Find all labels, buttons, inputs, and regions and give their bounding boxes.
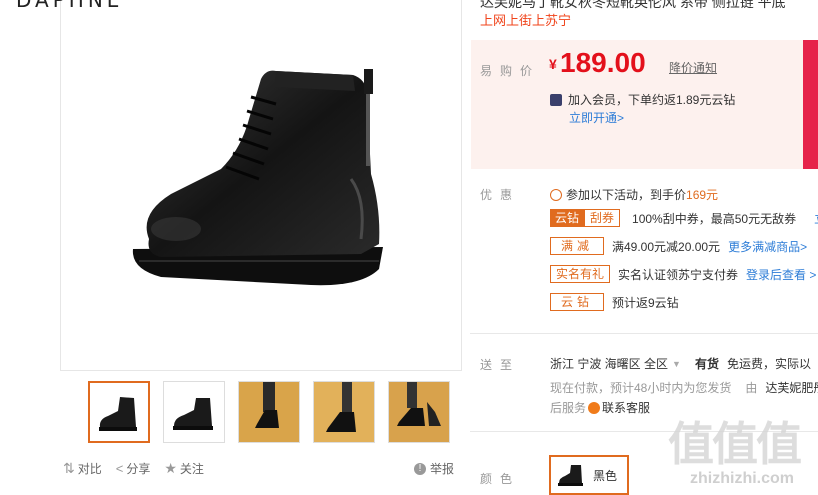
report-button[interactable]: ! 举报 <box>414 460 454 477</box>
section-divider <box>470 333 818 334</box>
share-icon: < <box>115 461 124 476</box>
follow-button[interactable]: ★ 关注 <box>164 460 204 477</box>
watermark-url: zhizhizhi.com <box>690 470 794 487</box>
seller-link[interactable]: 达芙妮肥彤 <box>765 379 818 396</box>
promo-item-realname: 实名有礼 实名认证领苏宁支付券 登录后查看 > <box>550 265 816 283</box>
promo-clock-icon <box>550 188 562 201</box>
more-discount-link[interactable]: 更多满减商品> <box>728 238 807 255</box>
promo-tag-yunzuan: 云钻 <box>550 209 585 227</box>
promo-headline: 参加以下活动，到手价169元 <box>550 186 718 203</box>
dropdown-arrow-icon: ▼ <box>672 358 681 369</box>
promo-tag-scratch: 刮券 <box>584 209 621 227</box>
compare-icon: ⇅ <box>63 460 75 476</box>
member-offer: 加入会员，下单约返1.89元云钻 <box>550 91 735 108</box>
promo-tag-realname: 实名有礼 <box>550 265 611 283</box>
delivery-label: 送至 <box>480 358 521 372</box>
channel-slogan: 上网上街上苏宁 <box>480 13 572 28</box>
currency-symbol: ¥ <box>549 56 557 72</box>
compare-button[interactable]: ⇅ 对比 <box>63 460 102 477</box>
promo-item-cashback: 云钻 预计返9云钻 <box>550 293 679 311</box>
promo-item-discount: 满减 满49.00元减20.00元 更多满减商品> <box>550 237 807 255</box>
promo-tag-cashback: 云钻 <box>550 293 604 311</box>
star-icon: ★ <box>164 460 177 476</box>
thumbnail-1[interactable] <box>88 381 150 443</box>
promo-tag-discount: 满减 <box>550 237 604 255</box>
thumb-model-icon <box>326 382 356 432</box>
promo-scratch-link[interactable]: 立 <box>814 210 818 227</box>
promo-item-scratch: 云钻 刮券 100%刮中券，最高50元无敌券 立 <box>550 209 818 227</box>
promo-label: 优惠 <box>480 188 521 202</box>
thumb-boot-icon <box>173 398 213 430</box>
main-product-image <box>60 0 462 371</box>
share-button[interactable]: < 分享 <box>116 460 151 477</box>
thumb-model-icon <box>255 382 279 428</box>
price-notify-link[interactable]: 降价通知 <box>669 59 717 76</box>
boot-image <box>132 69 383 286</box>
brand-logo: DAPHNE <box>16 0 124 12</box>
thumbnail-4[interactable] <box>313 381 375 443</box>
price-value: 189.00 <box>560 47 646 78</box>
freight-info: 免运费，实际以 <box>726 357 811 371</box>
vip-icon <box>550 93 562 106</box>
gallery-actions: ⇅ 对比 < 分享 ★ 关注 <box>63 460 204 477</box>
aftersale-row: 后服务 联系客服 <box>550 399 651 416</box>
promo-banner-edge[interactable] <box>803 40 818 169</box>
thumbnail-strip <box>88 381 450 443</box>
price-label: 易购价 <box>480 64 541 78</box>
thumbnail-5[interactable] <box>388 381 450 443</box>
thumbnail-3[interactable] <box>238 381 300 443</box>
customer-service-icon <box>588 401 601 414</box>
thumbnail-2[interactable] <box>163 381 225 443</box>
color-option-black[interactable]: 黑色 <box>549 455 629 495</box>
location-selector[interactable]: 浙江 宁波 海曙区 全区 ▼ <box>550 355 681 372</box>
thumb-model-icon <box>397 382 441 426</box>
stock-status: 有货 <box>694 357 719 371</box>
delivery-row: 浙江 宁波 海曙区 全区 ▼ 有货 免运费，实际以 <box>550 355 811 372</box>
contact-service-button[interactable]: 联系客服 <box>588 399 650 416</box>
member-open-link[interactable]: 立即开通> <box>569 109 624 126</box>
color-label: 颜色 <box>480 472 521 486</box>
shipping-note-row: 现在付款，预计48小时内为您发货 由 达芙妮肥彤 <box>550 379 818 396</box>
login-view-link[interactable]: 登录后查看 > <box>746 266 816 283</box>
warning-icon: ! <box>414 462 426 475</box>
color-swatch-boot-icon <box>558 465 583 486</box>
watermark-logo: 值值值 <box>668 418 802 470</box>
thumb-boot-icon <box>99 397 137 431</box>
